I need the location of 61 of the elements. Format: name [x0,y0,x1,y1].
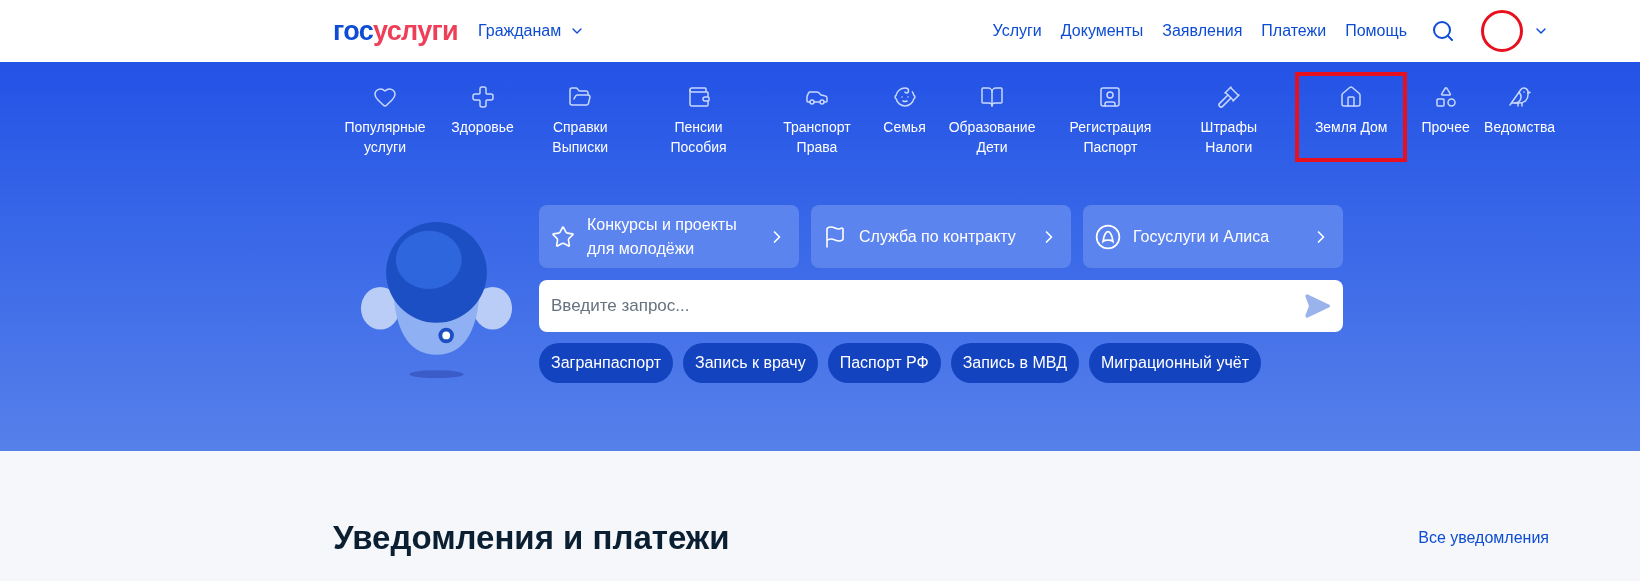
category-label: Пенсии Пособия [669,118,728,157]
all-notifications-link[interactable]: Все уведомления [1418,525,1549,550]
category-item[interactable]: Популярные услуги [333,72,437,162]
category-label: Ведомства [1484,118,1555,137]
category-label: Образование Дети [947,118,1037,157]
folder-icon [568,85,593,109]
category-item[interactable]: Регистрация Паспорт [1058,72,1163,162]
promo-card-label: Конкурсы и проекты для молодёжи [587,214,738,259]
bird-icon [1507,85,1532,109]
category-item[interactable]: Здоровье [451,72,514,162]
nav-link[interactable]: Заявления [1162,19,1243,43]
house-icon [1339,85,1364,109]
category-item[interactable]: Справки Выписки [528,72,633,162]
category-item[interactable]: Штрафы Налоги [1176,72,1281,162]
category-label: Транспорт Права [782,118,852,157]
category-label: Популярные услуги [343,118,427,157]
category-item[interactable]: Образование Дети [940,72,1045,162]
quick-link-chip[interactable]: Паспорт РФ [827,343,941,383]
section-title: Уведомления и платежи [333,518,730,558]
alice-icon [1095,223,1121,250]
wallet-icon [686,85,711,109]
category-label: Регистрация Паспорт [1068,118,1153,157]
search-icon[interactable] [1431,19,1455,43]
avatar-button[interactable] [1481,10,1523,52]
promo-card[interactable]: Служба по контракту [811,205,1071,268]
logo[interactable]: госуслуги [333,10,458,52]
promo-card-label: Госуслуги и Алиса [1133,226,1271,247]
quick-link-chip[interactable]: Миграционный учёт [1089,343,1262,383]
category-label: Здоровье [451,118,514,137]
quick-link-chip[interactable]: Запись в МВД [950,343,1079,383]
nav-link[interactable]: Платежи [1261,19,1327,43]
nav-link[interactable]: Документы [1060,19,1144,43]
nav-link[interactable]: Помощь [1345,19,1407,43]
quick-link-chip[interactable]: Загранпаспорт [539,343,674,383]
category-label: Штрафы Налоги [1199,118,1258,157]
category-item[interactable]: Земля Дом [1295,72,1408,162]
nav-link[interactable]: Услуги [992,19,1042,43]
cross-icon [470,85,495,109]
category-label: Семья [883,118,926,137]
promo-card-label: Служба по контракту [859,226,1017,247]
category-label: Земля Дом [1314,118,1388,137]
heart-icon [373,85,397,109]
shapes-icon [1433,85,1458,109]
category-item[interactable]: Пенсии Пособия [646,72,751,162]
promo-card[interactable]: Госуслуги и Алиса [1083,205,1343,268]
book-icon [980,85,1005,109]
gavel-icon [1216,85,1241,109]
category-label: Прочее [1421,118,1470,137]
id-card-icon [1098,85,1123,109]
audience-dropdown[interactable]: Гражданам [478,19,586,43]
baby-icon [892,85,917,109]
quick-link-chip[interactable]: Запись к врачу [683,343,818,383]
flag-icon [823,224,847,249]
category-label: Справки Выписки [551,118,610,157]
category-item[interactable]: Прочее [1421,72,1470,162]
category-item[interactable]: Ведомства [1484,72,1555,162]
promo-card[interactable]: Конкурсы и проекты для молодёжи [539,205,799,268]
star-icon [551,224,575,249]
category-item[interactable]: Семья [883,72,926,162]
category-item[interactable]: Транспорт Права [764,72,869,162]
search-field[interactable]: Введите запрос... [539,280,1343,332]
